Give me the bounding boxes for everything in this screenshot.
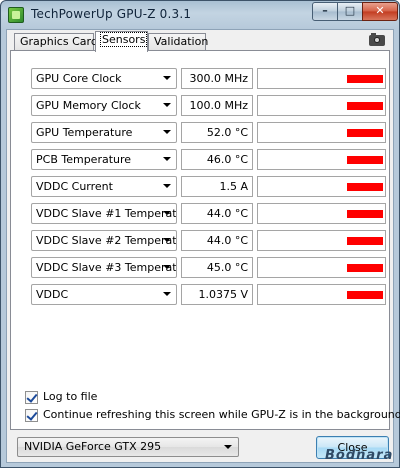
chevron-down-icon [163, 103, 171, 107]
sensor-name: VDDC Slave #1 Temperature [36, 207, 177, 220]
sensor-value: 52.0 °C [181, 122, 253, 143]
graph-bar [347, 210, 383, 218]
sensor-row-vddc-slave-3-temperature: VDDC Slave #3 Temperature 45.0 °C [31, 257, 386, 278]
sensor-value: 44.0 °C [181, 230, 253, 251]
sensor-name-dropdown[interactable]: VDDC Current [31, 176, 177, 197]
sensor-value: 100.0 MHz [181, 95, 253, 116]
device-select[interactable]: NVIDIA GeForce GTX 295 [17, 437, 239, 457]
sensor-name-dropdown[interactable]: VDDC Slave #2 Temperature [31, 230, 177, 251]
camera-icon[interactable] [369, 33, 385, 46]
device-select-value: NVIDIA GeForce GTX 295 [24, 440, 162, 453]
sensor-name: GPU Temperature [36, 126, 133, 139]
sensor-graph [257, 176, 386, 197]
sensor-value: 1.5 A [181, 176, 253, 197]
tab-validation[interactable]: Validation [148, 33, 209, 51]
sensor-name-dropdown[interactable]: VDDC Slave #3 Temperature [31, 257, 177, 278]
graph-bar [347, 102, 383, 110]
sensors-panel: GPU Core Clock 300.0 MHz GPU Memory Cloc… [10, 50, 390, 430]
sensor-name: VDDC Slave #3 Temperature [36, 261, 177, 274]
client-area: Graphics Card Sensors Validation GPU Cor… [6, 29, 400, 463]
graph-bar [347, 291, 383, 299]
sensor-name: GPU Memory Clock [36, 99, 141, 112]
gpuz-window: TechPowerUp GPU-Z 0.3.1 – □ ✕ Graphics C… [0, 0, 400, 468]
sensor-row-gpu-temperature: GPU Temperature 52.0 °C [31, 122, 386, 143]
gpuz-app-icon [8, 7, 24, 23]
sensor-row-vddc-current: VDDC Current 1.5 A [31, 176, 386, 197]
chevron-down-icon [163, 76, 171, 80]
sensor-row-vddc-slave-2-temperature: VDDC Slave #2 Temperature 44.0 °C [31, 230, 386, 251]
close-window-button[interactable]: ✕ [362, 2, 398, 21]
sensor-row-vddc-slave-1-temperature: VDDC Slave #1 Temperature 44.0 °C [31, 203, 386, 224]
graph-bar [347, 156, 383, 164]
sensor-graph [257, 95, 386, 116]
graph-bar [347, 264, 383, 272]
sensor-row-vddc: VDDC 1.0375 V [31, 284, 386, 305]
sensor-name: PCB Temperature [36, 153, 132, 166]
sensor-graph [257, 149, 386, 170]
log-to-file-label: Log to file [43, 390, 98, 403]
watermark: Bodnara [325, 448, 394, 463]
sensor-name: GPU Core Clock [36, 72, 122, 85]
sensor-graph [257, 203, 386, 224]
sensor-row-pcb-temperature: PCB Temperature 46.0 °C [31, 149, 386, 170]
continue-refreshing-checkbox[interactable] [25, 409, 38, 422]
sensor-value: 44.0 °C [181, 203, 253, 224]
chevron-down-icon [163, 130, 171, 134]
sensor-name-dropdown[interactable]: GPU Temperature [31, 122, 177, 143]
sensor-graph [257, 257, 386, 278]
graph-bar [347, 129, 383, 137]
tab-label: Validation [154, 35, 209, 48]
tab-sensors[interactable]: Sensors [95, 31, 148, 52]
sensor-name-dropdown[interactable]: VDDC [31, 284, 177, 305]
chevron-down-icon [163, 265, 171, 269]
chevron-down-icon [163, 292, 171, 296]
window-title: TechPowerUp GPU-Z 0.3.1 [31, 7, 192, 21]
sensor-row-gpu-memory-clock: GPU Memory Clock 100.0 MHz [31, 95, 386, 116]
chevron-down-icon [163, 157, 171, 161]
chevron-down-icon [163, 238, 171, 242]
sensor-row-gpu-core-clock: GPU Core Clock 300.0 MHz [31, 68, 386, 89]
chevron-down-icon [163, 211, 171, 215]
sensor-name: VDDC [36, 288, 69, 301]
sensor-name-dropdown[interactable]: PCB Temperature [31, 149, 177, 170]
graph-bar [347, 75, 383, 83]
sensor-name-dropdown[interactable]: GPU Core Clock [31, 68, 177, 89]
chevron-down-icon [224, 445, 232, 449]
tab-label: Sensors [99, 32, 148, 47]
tab-label: Graphics Card [20, 35, 98, 48]
continue-refreshing-label: Continue refreshing this screen while GP… [43, 408, 400, 421]
sensor-name-dropdown[interactable]: VDDC Slave #1 Temperature [31, 203, 177, 224]
maximize-button[interactable]: □ [337, 2, 363, 21]
sensor-name: VDDC Current [36, 180, 113, 193]
sensor-graph [257, 122, 386, 143]
sensor-value: 46.0 °C [181, 149, 253, 170]
sensor-name-dropdown[interactable]: GPU Memory Clock [31, 95, 177, 116]
sensor-graph [257, 230, 386, 251]
sensor-value: 1.0375 V [181, 284, 253, 305]
sensor-graph [257, 68, 386, 89]
sensor-graph [257, 284, 386, 305]
graph-bar [347, 237, 383, 245]
sensor-value: 300.0 MHz [181, 68, 253, 89]
tab-graphics-card[interactable]: Graphics Card [14, 33, 98, 51]
title-bar[interactable]: TechPowerUp GPU-Z 0.3.1 – □ ✕ [1, 1, 399, 29]
sensor-value: 45.0 °C [181, 257, 253, 278]
chevron-down-icon [163, 184, 171, 188]
sensor-name: VDDC Slave #2 Temperature [36, 234, 177, 247]
log-to-file-checkbox[interactable] [25, 391, 38, 404]
minimize-button[interactable]: – [312, 2, 338, 21]
graph-bar [347, 183, 383, 191]
